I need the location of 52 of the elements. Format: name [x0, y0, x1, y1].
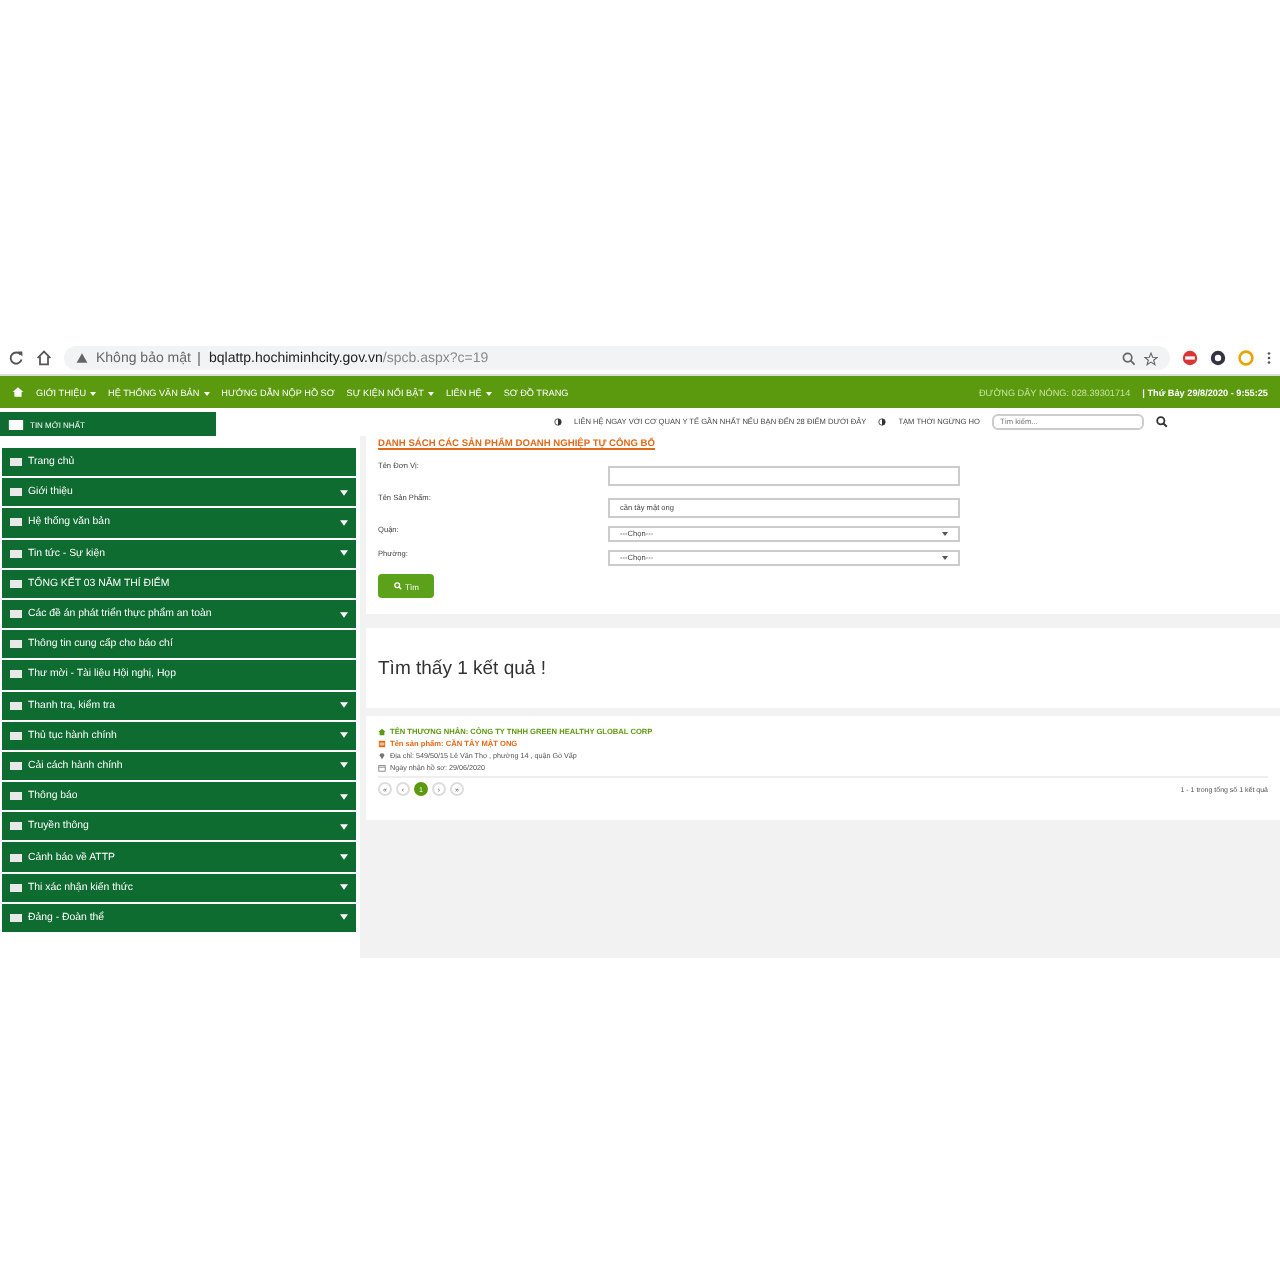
calendar-icon: [378, 764, 386, 772]
caret-icon: [203, 391, 210, 395]
search-icon: [393, 582, 402, 590]
warning-icon: [76, 352, 88, 364]
list-icon: [10, 731, 22, 740]
caret-icon: [90, 391, 97, 395]
menu-icon[interactable]: [1266, 350, 1272, 366]
list-icon: [10, 822, 22, 831]
half-circle-icon: [554, 418, 563, 426]
list-icon: [10, 853, 22, 862]
list-icon: [10, 883, 22, 892]
caret-icon: [427, 391, 434, 395]
caret-icon: [340, 793, 348, 800]
list-icon: [10, 579, 22, 588]
list-icon: [10, 913, 22, 922]
list-icon: [10, 610, 22, 619]
caret-icon: [942, 532, 948, 536]
pin-icon: [378, 752, 386, 760]
zoom-icon[interactable]: [1122, 351, 1136, 365]
list-icon: [10, 518, 22, 527]
results-heading: Tìm thấy 1 kết quả !: [378, 657, 546, 679]
caret-icon: [485, 391, 492, 395]
search-icon[interactable]: [1156, 416, 1168, 428]
caret-icon: [340, 854, 348, 861]
list-icon: [10, 640, 22, 649]
caret-icon: [340, 611, 348, 618]
caret-icon: [340, 519, 348, 526]
home-icon[interactable]: [36, 350, 52, 366]
newspaper-icon: [8, 419, 24, 429]
home-icon: [378, 728, 386, 736]
list-icon: [10, 549, 22, 558]
home-icon[interactable]: [12, 386, 24, 398]
list-icon: [10, 458, 22, 467]
caret-icon: [340, 823, 348, 830]
list-icon: [10, 670, 22, 679]
caret-icon: [340, 914, 348, 921]
half-circle-icon: [878, 418, 887, 426]
caret-icon: [340, 732, 348, 739]
caret-icon: [340, 489, 348, 496]
list-icon: [378, 740, 386, 748]
input-field[interactable]: [608, 466, 960, 486]
caret-icon: [340, 550, 348, 557]
caret-icon: [340, 702, 348, 709]
list-icon: [10, 488, 22, 497]
caret-icon: [340, 762, 348, 769]
caret-icon: [942, 556, 948, 560]
reload-icon[interactable]: [8, 350, 24, 366]
caret-icon: [340, 884, 348, 891]
list-icon: [10, 701, 22, 710]
list-icon: [10, 761, 22, 770]
list-icon: [10, 792, 22, 801]
star-icon[interactable]: [1144, 351, 1158, 365]
